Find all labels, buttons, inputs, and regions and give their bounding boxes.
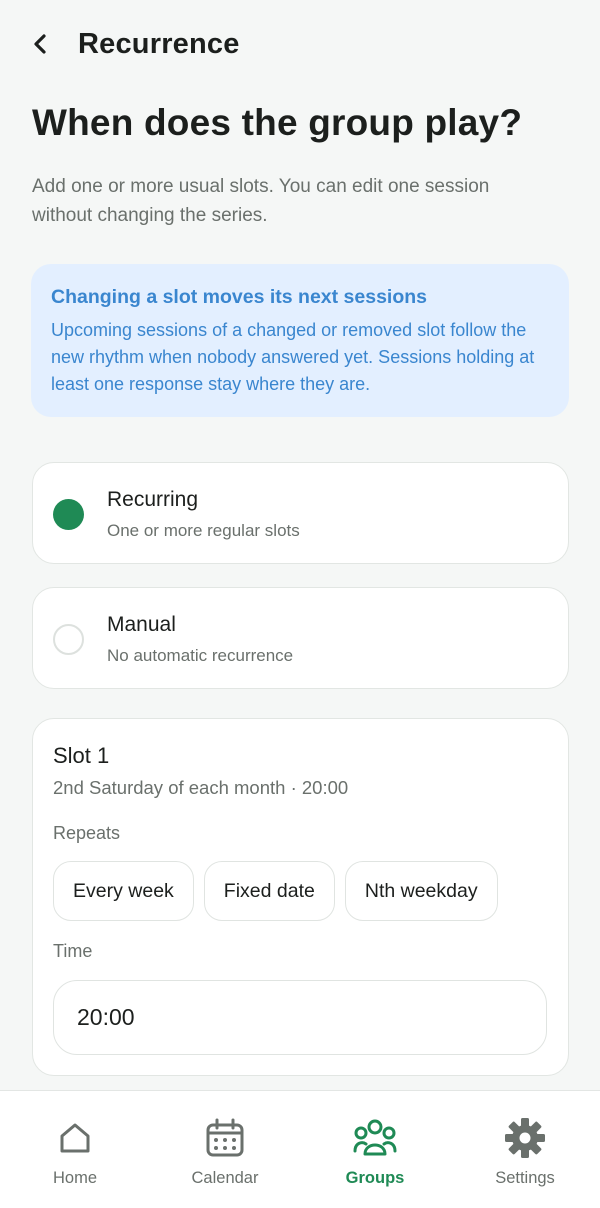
repeats-label: Repeats xyxy=(53,823,121,843)
screen-title: Recurrence xyxy=(78,27,240,60)
slot-summary: 2nd Saturday of each month · 20:00 xyxy=(53,777,349,798)
repeat-options: Every week Fixed date Nth weekday xyxy=(53,861,498,921)
option-label: Manual xyxy=(107,613,176,636)
repeat-every-week-chip[interactable]: Every week xyxy=(53,861,194,921)
recurrence-screen: Recurrence When does the group play? Add… xyxy=(0,0,600,1208)
option-description: One or more regular slots xyxy=(107,521,300,540)
option-recurring[interactable]: Recurring One or more regular slots xyxy=(32,462,569,564)
time-label: Time xyxy=(53,941,93,961)
nav-label: Settings xyxy=(495,1169,555,1187)
info-banner-title: Changing a slot moves its next sessions xyxy=(51,286,428,308)
repeat-fixed-date-chip[interactable]: Fixed date xyxy=(203,861,335,921)
option-description: No automatic recurrence xyxy=(107,646,294,665)
home-icon xyxy=(52,1115,98,1161)
info-banner: Changing a slot moves its next sessions … xyxy=(31,264,569,417)
chevron-left-icon xyxy=(34,34,46,54)
time-input[interactable]: 20:00 xyxy=(53,980,547,1055)
back-button[interactable] xyxy=(30,24,50,64)
slot-title: Slot 1 xyxy=(53,743,110,768)
nav-label: Calendar xyxy=(191,1169,259,1187)
slot-card: Slot 1 2nd Saturday of each month · 20:0… xyxy=(32,718,569,1076)
nav-item-calendar[interactable]: Calendar xyxy=(150,1091,300,1208)
nav-item-groups[interactable]: Groups xyxy=(300,1091,450,1208)
nav-label: Groups xyxy=(345,1169,405,1187)
radio-unselected[interactable] xyxy=(53,624,84,655)
nav-item-home[interactable]: Home xyxy=(0,1091,150,1208)
page-subtitle: Add one or more usual slots. You can edi… xyxy=(32,176,490,226)
bottom-nav: Home Calendar Groups Settings xyxy=(0,1090,600,1208)
top-bar: Recurrence xyxy=(30,22,570,66)
nav-label: Home xyxy=(52,1169,97,1187)
nav-item-settings[interactable]: Settings xyxy=(450,1091,600,1208)
repeat-nth-weekday-chip[interactable]: Nth weekday xyxy=(344,861,498,921)
option-label: Recurring xyxy=(107,488,199,511)
radio-selected[interactable] xyxy=(53,499,84,530)
page-heading: When does the group play? xyxy=(32,102,523,143)
gear-icon xyxy=(502,1115,548,1161)
option-manual[interactable]: Manual No automatic recurrence xyxy=(32,587,569,689)
groups-icon xyxy=(352,1115,398,1161)
calendar-icon xyxy=(202,1115,248,1161)
info-banner-text: Upcoming sessions of a changed or remove… xyxy=(51,320,535,394)
